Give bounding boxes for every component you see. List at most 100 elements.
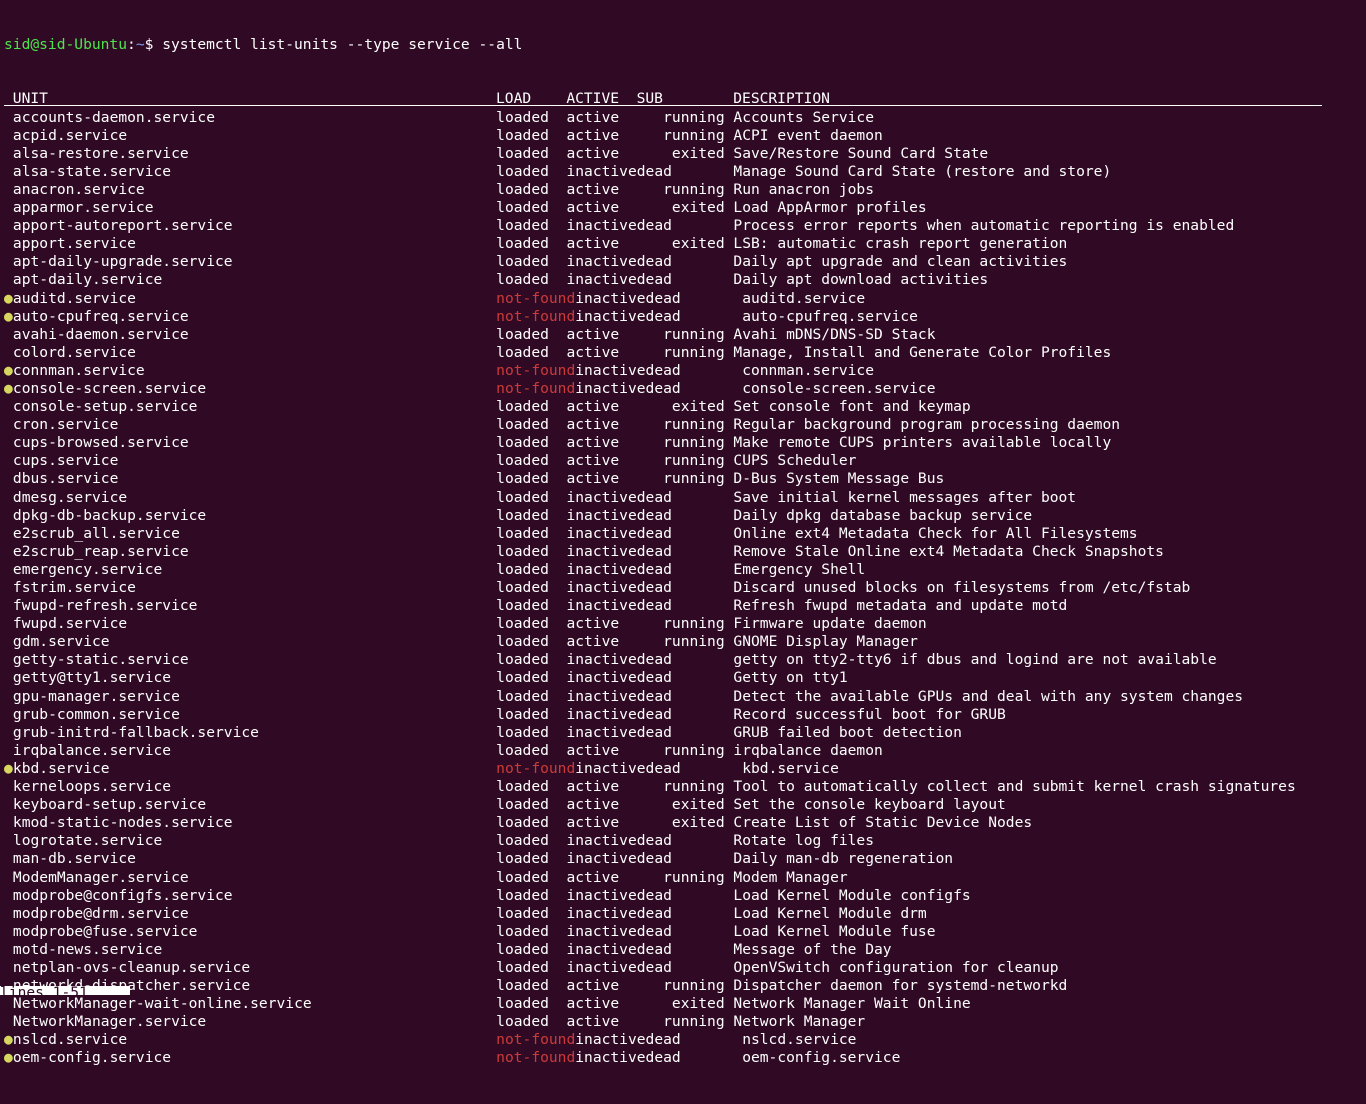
table-row[interactable]: keyboard-setup.service loaded active exi…: [0, 796, 1366, 814]
cell-sub: running: [637, 869, 734, 886]
cell-sub: running: [637, 1013, 734, 1030]
table-row[interactable]: ●kbd.service not-foundinactivedead kbd.s…: [0, 760, 1366, 778]
pager-status-bar[interactable]: lines 1-51: [0, 986, 130, 995]
row-marker-spacer: [4, 832, 13, 850]
cell-sub: running: [637, 344, 734, 361]
table-row[interactable]: grub-common.service loaded inactivedead …: [0, 706, 1366, 724]
table-row[interactable]: ●nslcd.service not-foundinactivedead nsl…: [0, 1031, 1366, 1049]
cell-description: Daily apt upgrade and clean activities: [733, 253, 1067, 270]
table-row[interactable]: ●auditd.service not-foundinactivedead au…: [0, 290, 1366, 308]
table-row[interactable]: irqbalance.service loaded active running…: [0, 742, 1366, 760]
cell-active: active: [566, 778, 636, 795]
table-row[interactable]: cron.service loaded active running Regul…: [0, 416, 1366, 434]
terminal-screen[interactable]: sid@sid-Ubuntu:~$ systemctl list-units -…: [0, 0, 1366, 995]
cell-unit: keyboard-setup.service: [13, 796, 496, 813]
table-row[interactable]: kerneloops.service loaded active running…: [0, 778, 1366, 796]
cell-sub: dead: [637, 923, 734, 940]
table-row[interactable]: getty@tty1.service loaded inactivedead G…: [0, 669, 1366, 687]
table-row[interactable]: apport-autoreport.service loaded inactiv…: [0, 217, 1366, 235]
row-marker-spacer: [4, 507, 13, 525]
prompt-user-host: sid@sid-Ubuntu: [4, 36, 127, 53]
table-row[interactable]: modprobe@fuse.service loaded inactivedea…: [0, 923, 1366, 941]
cell-unit: accounts-daemon.service: [13, 109, 496, 126]
table-row[interactable]: modprobe@configfs.service loaded inactiv…: [0, 887, 1366, 905]
cell-load: loaded: [496, 452, 566, 469]
table-row[interactable]: apparmor.service loaded active exited Lo…: [0, 199, 1366, 217]
cell-sub: dead: [637, 489, 734, 506]
table-row[interactable]: apport.service loaded active exited LSB:…: [0, 235, 1366, 253]
table-row[interactable]: fwupd.service loaded active running Firm…: [0, 615, 1366, 633]
cell-load: not-found: [496, 380, 575, 397]
cell-load: loaded: [496, 688, 566, 705]
cell-unit: modprobe@drm.service: [13, 905, 496, 922]
table-row[interactable]: alsa-restore.service loaded active exite…: [0, 145, 1366, 163]
cell-load: loaded: [496, 561, 566, 578]
cell-sub: running: [637, 452, 734, 469]
row-marker-spacer: [4, 525, 13, 543]
table-row[interactable]: gdm.service loaded active running GNOME …: [0, 633, 1366, 651]
cell-active: inactive: [566, 579, 636, 596]
table-row[interactable]: e2scrub_all.service loaded inactivedead …: [0, 525, 1366, 543]
table-row[interactable]: colord.service loaded active running Man…: [0, 344, 1366, 362]
table-row[interactable]: apt-daily.service loaded inactivedead Da…: [0, 271, 1366, 289]
table-row[interactable]: networkd-dispatcher.service loaded activ…: [0, 977, 1366, 995]
row-marker-spacer: [4, 434, 13, 452]
table-row[interactable]: grub-initrd-fallback.service loaded inac…: [0, 724, 1366, 742]
table-row[interactable]: netplan-ovs-cleanup.service loaded inact…: [0, 959, 1366, 977]
cell-sub: dead: [637, 507, 734, 524]
table-row[interactable]: avahi-daemon.service loaded active runni…: [0, 326, 1366, 344]
cell-active: inactive: [575, 1031, 645, 1048]
cell-load: loaded: [496, 253, 566, 270]
table-row[interactable]: accounts-daemon.service loaded active ru…: [0, 109, 1366, 127]
table-row[interactable]: cups-browsed.service loaded active runni…: [0, 434, 1366, 452]
table-row[interactable]: logrotate.service loaded inactivedead Ro…: [0, 832, 1366, 850]
table-row[interactable]: ModemManager.service loaded active runni…: [0, 869, 1366, 887]
cell-unit: apport-autoreport.service: [13, 217, 496, 234]
table-row[interactable]: cups.service loaded active running CUPS …: [0, 452, 1366, 470]
cell-description: Detect the available GPUs and deal with …: [733, 688, 1243, 705]
table-row[interactable]: fstrim.service loaded inactivedead Disca…: [0, 579, 1366, 597]
table-row[interactable]: e2scrub_reap.service loaded inactivedead…: [0, 543, 1366, 561]
table-row[interactable]: acpid.service loaded active running ACPI…: [0, 127, 1366, 145]
cell-unit: cups-browsed.service: [13, 434, 496, 451]
cell-unit: alsa-restore.service: [13, 145, 496, 162]
cell-sub: dead: [637, 669, 734, 686]
table-row[interactable]: alsa-state.service loaded inactivedead M…: [0, 163, 1366, 181]
cell-load: not-found: [496, 290, 575, 307]
cell-unit: nslcd.service: [13, 1031, 496, 1048]
cell-active: inactive: [566, 543, 636, 560]
cell-description: Rotate log files: [733, 832, 874, 849]
cell-description: console-screen.service: [742, 380, 935, 397]
cell-active: active: [566, 344, 636, 361]
table-row[interactable]: fwupd-refresh.service loaded inactivedea…: [0, 597, 1366, 615]
cell-sub: exited: [637, 814, 734, 831]
table-row[interactable]: gpu-manager.service loaded inactivedead …: [0, 688, 1366, 706]
table-row[interactable]: emergency.service loaded inactivedead Em…: [0, 561, 1366, 579]
table-row[interactable]: NetworkManager.service loaded active run…: [0, 1013, 1366, 1031]
table-row[interactable]: ●connman.service not-foundinactivedead c…: [0, 362, 1366, 380]
table-row[interactable]: anacron.service loaded active running Ru…: [0, 181, 1366, 199]
table-row[interactable]: dpkg-db-backup.service loaded inactivede…: [0, 507, 1366, 525]
row-marker-spacer: [4, 181, 13, 199]
table-row[interactable]: modprobe@drm.service loaded inactivedead…: [0, 905, 1366, 923]
table-row[interactable]: ●oem-config.service not-foundinactivedea…: [0, 1049, 1366, 1067]
cell-unit: kmod-static-nodes.service: [13, 814, 496, 831]
table-row[interactable]: console-setup.service loaded active exit…: [0, 398, 1366, 416]
table-row[interactable]: man-db.service loaded inactivedead Daily…: [0, 850, 1366, 868]
table-row[interactable]: ●console-screen.service not-foundinactiv…: [0, 380, 1366, 398]
table-row[interactable]: getty-static.service loaded inactivedead…: [0, 651, 1366, 669]
table-row[interactable]: dbus.service loaded active running D-Bus…: [0, 470, 1366, 488]
table-row[interactable]: ●auto-cpufreq.service not-foundinactived…: [0, 308, 1366, 326]
cell-sub: dead: [646, 380, 743, 397]
cell-description: Firmware update daemon: [733, 615, 926, 632]
cell-description: Getty on tty1: [733, 669, 847, 686]
table-row[interactable]: kmod-static-nodes.service loaded active …: [0, 814, 1366, 832]
table-row[interactable]: NetworkManager-wait-online.service loade…: [0, 995, 1366, 1013]
table-row[interactable]: dmesg.service loaded inactivedead Save i…: [0, 489, 1366, 507]
cell-sub: running: [637, 416, 734, 433]
cell-description: Process error reports when automatic rep…: [733, 217, 1234, 234]
prompt-separator: :: [127, 36, 136, 53]
table-row[interactable]: motd-news.service loaded inactivedead Me…: [0, 941, 1366, 959]
cell-description: Tool to automatically collect and submit…: [733, 778, 1295, 795]
table-row[interactable]: apt-daily-upgrade.service loaded inactiv…: [0, 253, 1366, 271]
